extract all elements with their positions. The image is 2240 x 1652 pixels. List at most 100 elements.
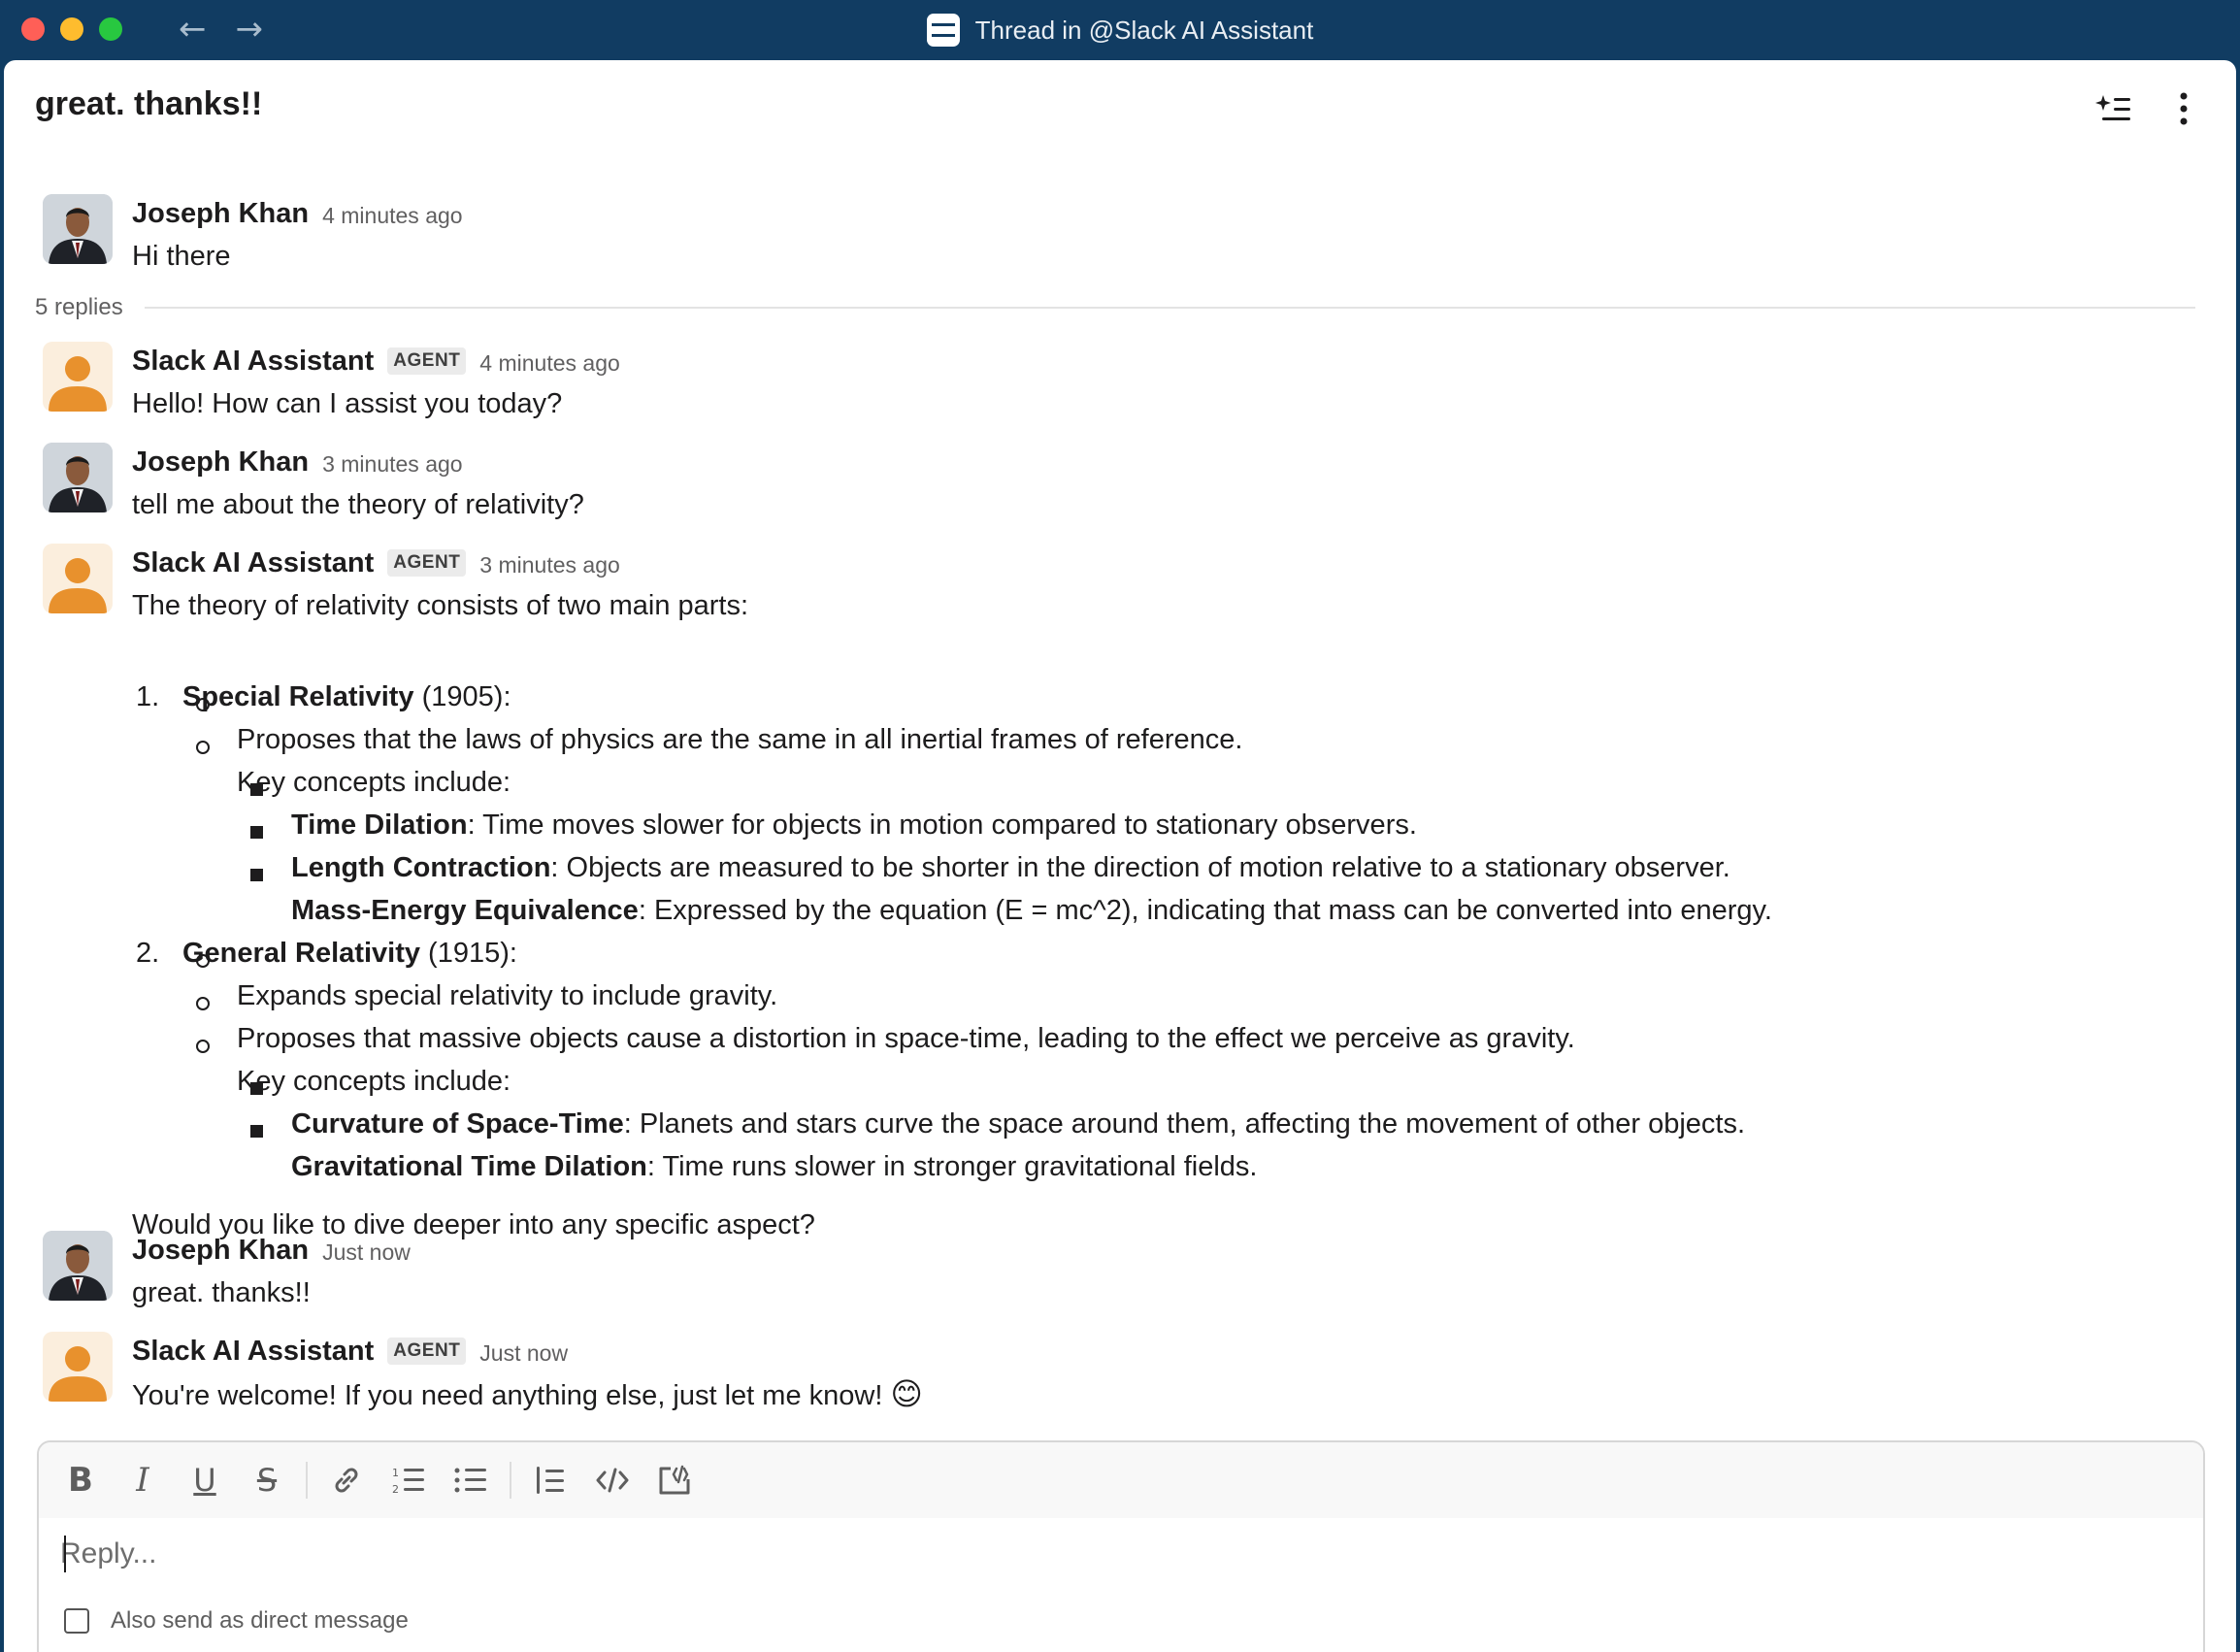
agent-badge: AGENT	[387, 347, 467, 375]
message-item: Slack AI Assistant AGENT Just now You're…	[43, 1332, 2178, 1412]
text-cursor	[64, 1536, 66, 1572]
concept-desc: : Planets and stars curve the space arou…	[623, 1108, 1746, 1140]
timestamp[interactable]: 3 minutes ago	[322, 447, 462, 478]
code-block-button[interactable]	[650, 1457, 699, 1503]
list-number: 1.	[136, 681, 160, 712]
section-title: General Relativity	[182, 938, 420, 969]
author-name[interactable]: Joseph Khan	[132, 1235, 309, 1267]
avatar[interactable]	[43, 194, 113, 264]
window-title: Thread in @Slack AI Assistant	[0, 0, 2240, 60]
timestamp[interactable]: Just now	[322, 1236, 411, 1266]
message-header: Slack AI Assistant AGENT Just now	[132, 1332, 568, 1371]
link-button[interactable]	[322, 1457, 371, 1503]
timestamp[interactable]: 4 minutes ago	[322, 199, 462, 229]
message-header: Joseph Khan 4 minutes ago	[132, 194, 463, 233]
also-send-dm-label[interactable]: Also send as direct message	[111, 1607, 409, 1635]
page-title: great. thanks!!	[35, 85, 263, 122]
toolbar-divider	[306, 1462, 308, 1499]
timestamp[interactable]: 4 minutes ago	[479, 347, 619, 377]
concept-term: Time Dilation	[291, 809, 468, 841]
user-photo-icon	[43, 1231, 113, 1301]
window-title-text: Thread in @Slack AI Assistant	[974, 15, 1314, 45]
hollow-bullet-icon	[196, 1040, 210, 1053]
also-send-dm-option[interactable]: Also send as direct message	[64, 1607, 409, 1635]
avatar[interactable]	[43, 1231, 113, 1301]
message-header: Joseph Khan Just now	[132, 1231, 411, 1270]
more-actions-button[interactable]	[2160, 85, 2207, 132]
concept-desc: : Objects are measured to be shorter in …	[550, 852, 1730, 883]
square-bullet-icon	[250, 783, 263, 796]
also-send-dm-checkbox[interactable]	[64, 1608, 89, 1634]
concept-term: Gravitational Time Dilation	[291, 1151, 647, 1182]
concept-term: Mass-Energy Equivalence	[291, 895, 639, 926]
author-name[interactable]: Slack AI Assistant	[132, 346, 374, 378]
section-suffix: (1905):	[413, 681, 511, 712]
parent-message: Joseph Khan 4 minutes ago Hi there	[43, 194, 2178, 272]
replies-divider: 5 replies	[35, 293, 2195, 322]
code-block-icon	[659, 1465, 690, 1495]
bold-button[interactable]: B	[56, 1457, 105, 1503]
list-item: Mass-Energy Equivalence: Expressed by th…	[291, 889, 1772, 932]
blockquote-button[interactable]	[526, 1457, 575, 1503]
avatar[interactable]	[43, 443, 113, 512]
blockquote-icon	[537, 1467, 564, 1494]
list-number: 2.	[136, 938, 160, 969]
list-item: Key concepts include:	[237, 1066, 511, 1097]
ai-assistant-avatar-icon	[49, 558, 107, 613]
message-header: Joseph Khan 3 minutes ago	[132, 443, 463, 481]
sparkle-list-icon	[2095, 95, 2130, 120]
svg-text:2: 2	[392, 1483, 399, 1496]
section-title: Special Relativity	[182, 681, 414, 712]
square-bullet-icon	[250, 1125, 263, 1138]
numbered-list-button[interactable]: 1 2	[384, 1457, 433, 1503]
list-item: Curvature of Space-Time: Planets and sta…	[291, 1103, 1745, 1145]
timestamp[interactable]: Just now	[479, 1337, 568, 1367]
list-item: Key concepts include:	[237, 767, 511, 798]
message-header: Slack AI Assistant AGENT 3 minutes ago	[132, 544, 620, 582]
message-item: Joseph Khan Just now great. thanks!!	[43, 1231, 2178, 1308]
agent-badge: AGENT	[387, 1338, 467, 1365]
italic-button[interactable]: I	[118, 1457, 167, 1503]
reply-input[interactable]	[60, 1532, 2176, 1576]
hollow-bullet-icon	[196, 698, 210, 711]
concept-term: Curvature of Space-Time	[291, 1108, 624, 1140]
strikethrough-icon: S	[256, 1462, 278, 1499]
bulleted-list-button[interactable]	[446, 1457, 495, 1503]
list-item: 2.	[136, 932, 159, 975]
avatar[interactable]	[43, 544, 113, 613]
message-text: You're welcome! If you need anything els…	[132, 1374, 923, 1415]
hollow-bullet-icon	[196, 741, 210, 754]
avatar[interactable]	[43, 342, 113, 412]
author-name[interactable]: Slack AI Assistant	[132, 1336, 374, 1368]
section-suffix: (1915):	[420, 938, 517, 969]
summarize-button[interactable]	[2091, 85, 2137, 132]
code-button[interactable]	[588, 1457, 637, 1503]
bulleted-list-icon	[454, 1468, 486, 1493]
strikethrough-button[interactable]: S	[243, 1457, 291, 1503]
author-name[interactable]: Joseph Khan	[132, 446, 309, 479]
underline-button[interactable]: U	[181, 1457, 229, 1503]
window-titlebar: ← → Thread in @Slack AI Assistant	[0, 0, 2240, 60]
author-name[interactable]: Slack AI Assistant	[132, 547, 374, 579]
divider-line	[144, 307, 2195, 309]
message-intro: The theory of relativity consists of two…	[132, 590, 749, 621]
replies-count: 5 replies	[35, 294, 123, 320]
concept-term: Length Contraction	[291, 852, 551, 883]
hollow-bullet-icon	[196, 997, 210, 1010]
timestamp[interactable]: 3 minutes ago	[479, 548, 619, 578]
message-body: You're welcome! If you need anything els…	[132, 1380, 883, 1411]
italic-icon: I	[136, 1461, 149, 1500]
author-name[interactable]: Joseph Khan	[132, 198, 309, 230]
toolbar-divider	[510, 1462, 511, 1499]
avatar[interactable]	[43, 1332, 113, 1402]
smile-emoji-icon[interactable]: 😊	[890, 1375, 922, 1412]
slack-workspace-icon	[926, 14, 960, 47]
vertical-ellipsis-icon	[2180, 92, 2188, 125]
list-item: Special Relativity (1905):	[182, 676, 511, 718]
square-bullet-icon	[250, 826, 263, 839]
message-item: Joseph Khan 3 minutes ago tell me about …	[43, 443, 2178, 520]
thread-panel: great. thanks!! Joseph Khan 4 minutes ag…	[4, 60, 2236, 1652]
message-text: Hello! How can I assist you today?	[132, 388, 563, 419]
bold-icon: B	[68, 1461, 93, 1500]
reply-composer: B I U S 1 2 Reply... Also send as direct…	[37, 1440, 2205, 1652]
